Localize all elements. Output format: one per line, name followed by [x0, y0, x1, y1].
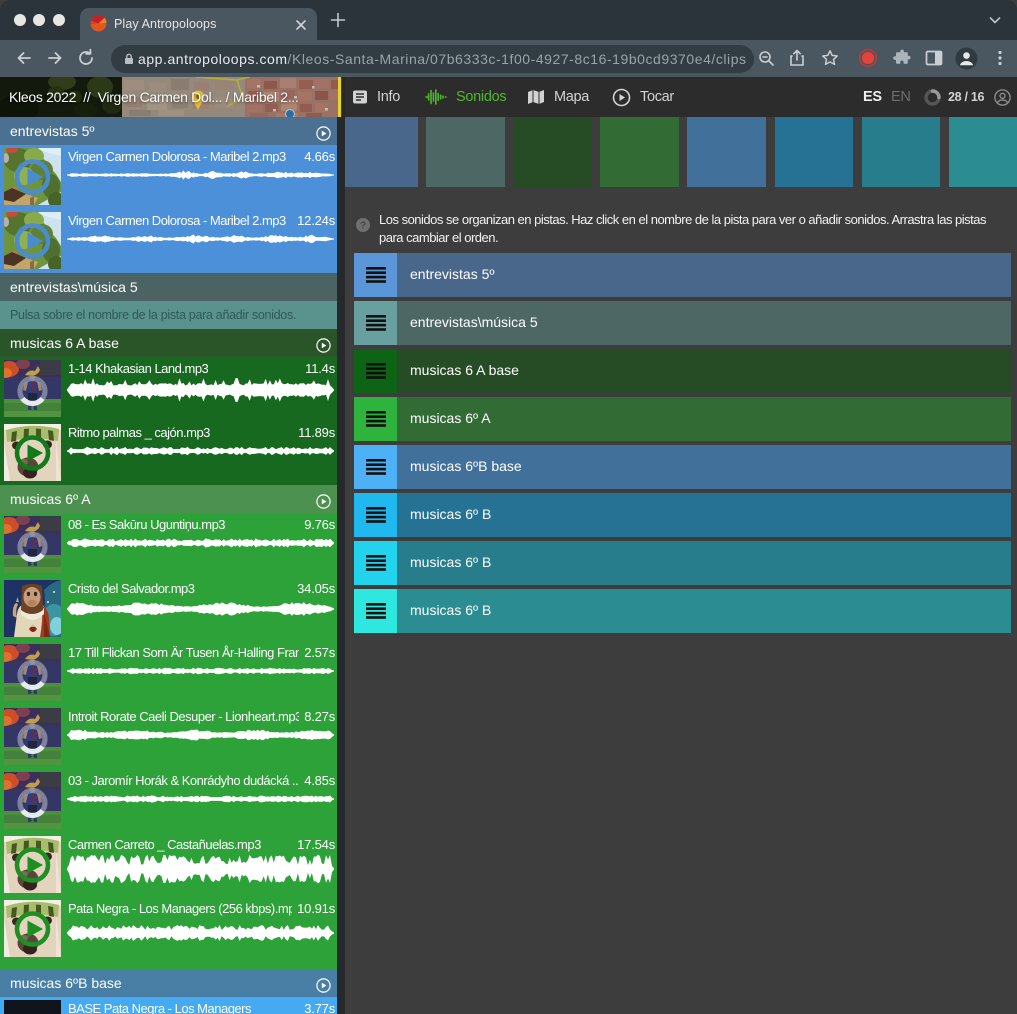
svg-text:?: ?	[360, 221, 366, 232]
